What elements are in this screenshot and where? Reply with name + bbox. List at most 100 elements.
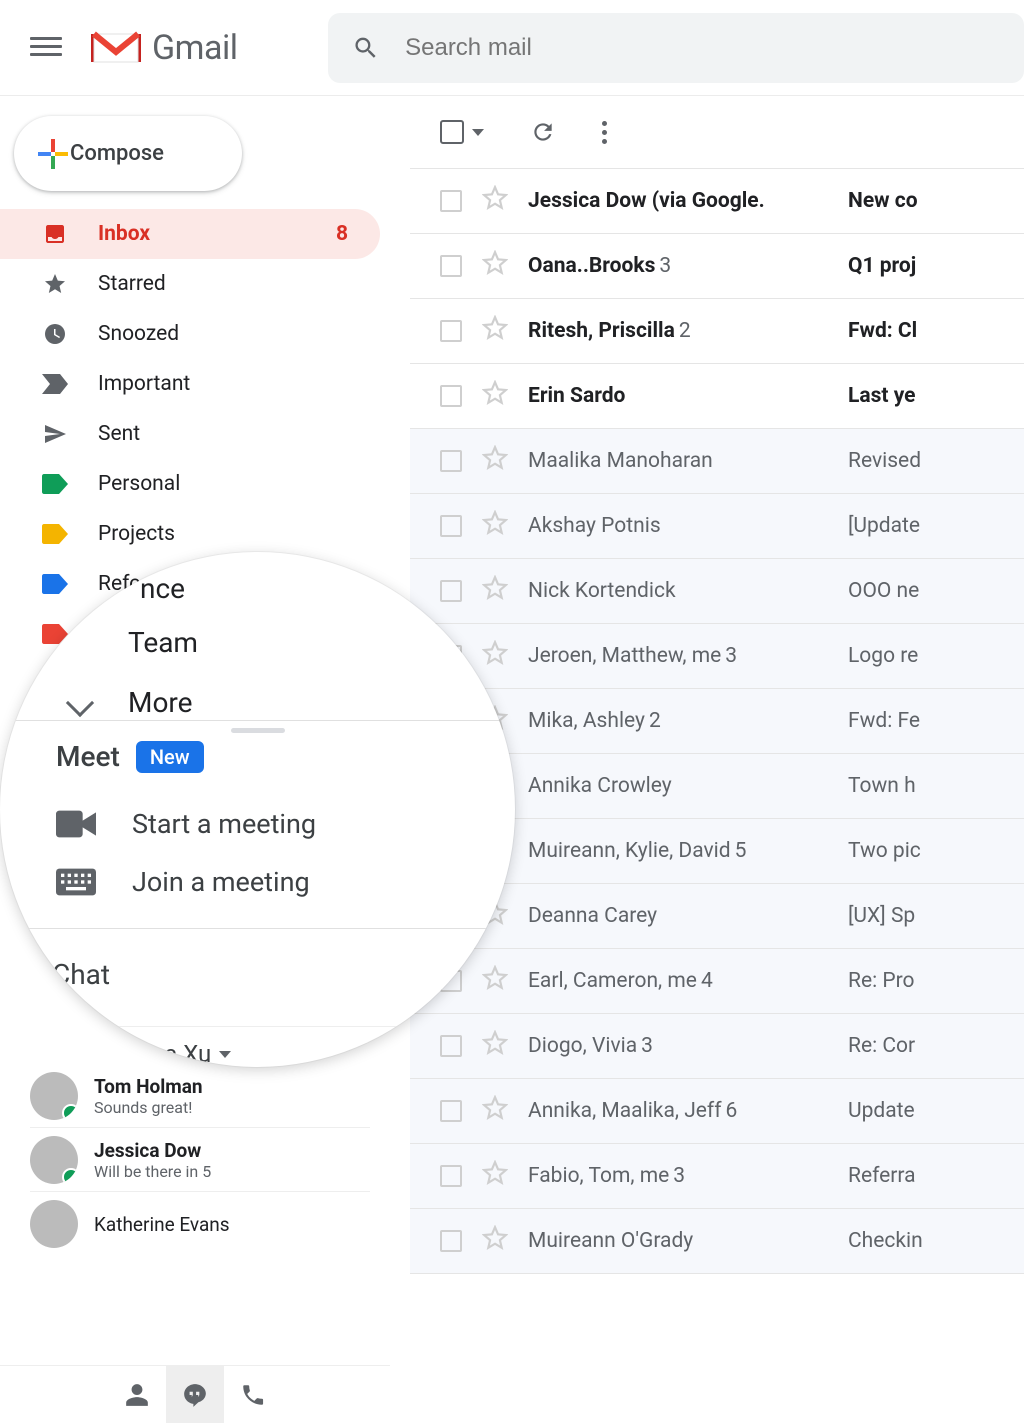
sidebar-item-label: Personal	[98, 472, 180, 496]
avatar	[30, 1136, 78, 1184]
caret-down-icon	[219, 1051, 231, 1058]
meet-detail-zoom: nce Team More Meet New Start a meeting J…	[0, 552, 515, 1067]
email-sender: Erin Sardo	[528, 384, 848, 408]
menu-icon[interactable]	[30, 32, 62, 64]
sidebar-item-personal[interactable]: Personal	[0, 459, 380, 509]
email-sender: Muireann O'Grady	[528, 1229, 848, 1253]
email-subject: [Update	[848, 514, 1024, 538]
email-sender: Mika, Ashley2	[528, 709, 848, 733]
chat-row[interactable]: Jessica Dow Will be there in 5	[30, 1128, 370, 1192]
person-icon[interactable]	[108, 1366, 166, 1423]
label-icon	[42, 471, 68, 497]
refresh-icon[interactable]	[530, 119, 556, 145]
row-checkbox[interactable]	[440, 450, 462, 472]
star-icon[interactable]	[482, 315, 528, 347]
email-row[interactable]: Erin SardoLast ye	[410, 364, 1024, 429]
search-bar[interactable]	[328, 13, 1024, 83]
email-subject: Re: Cor	[848, 1034, 1024, 1058]
row-checkbox[interactable]	[440, 190, 462, 212]
email-subject: Q1 proj	[848, 254, 1024, 278]
chat-row[interactable]: Tom Holman Sounds great!	[30, 1064, 370, 1128]
star-icon[interactable]	[482, 1160, 528, 1192]
email-sender: Oana..Brooks3	[528, 254, 848, 278]
email-sender: Jeroen, Matthew, me3	[528, 644, 848, 668]
email-row[interactable]: Muireann O'GradyCheckin	[410, 1209, 1024, 1274]
row-checkbox[interactable]	[440, 385, 462, 407]
email-row[interactable]: Akshay Potnis[Update	[410, 494, 1024, 559]
sidebar-item-more[interactable]: More	[128, 686, 193, 719]
chat-row[interactable]: Katherine Evans	[30, 1192, 370, 1256]
row-checkbox[interactable]	[440, 1165, 462, 1187]
email-subject: Last ye	[848, 384, 1024, 408]
compose-button[interactable]: Compose	[14, 116, 242, 191]
email-row[interactable]: Fabio, Tom, me3Referra	[410, 1144, 1024, 1209]
sidebar-item-inbox[interactable]: Inbox 8	[0, 209, 380, 259]
row-checkbox[interactable]	[440, 255, 462, 277]
email-subject: Two pic	[848, 839, 1024, 863]
sidebar-item-sent[interactable]: Sent	[0, 409, 380, 459]
email-row[interactable]: Jessica Dow (via Google.New co	[410, 169, 1024, 234]
divider	[0, 928, 515, 929]
phone-icon[interactable]	[224, 1366, 282, 1423]
sidebar-item-snoozed[interactable]: Snoozed	[0, 309, 380, 359]
sidebar-item-starred[interactable]: Starred	[0, 259, 380, 309]
avatar	[30, 1200, 78, 1248]
email-sender: Ritesh, Priscilla2	[528, 319, 848, 343]
start-meeting-button[interactable]: Start a meeting	[56, 808, 316, 840]
row-checkbox[interactable]	[440, 1100, 462, 1122]
email-row[interactable]: Oana..Brooks3Q1 proj	[410, 234, 1024, 299]
row-checkbox[interactable]	[440, 320, 462, 342]
search-icon	[352, 33, 380, 63]
sidebar-item-label: Sent	[98, 422, 140, 446]
select-dropdown-caret[interactable]	[472, 129, 484, 136]
email-sender: Fabio, Tom, me3	[528, 1164, 848, 1188]
chat-section-header: Chat	[52, 958, 110, 991]
email-sender: Maalika Manoharan	[528, 449, 848, 473]
email-subject: Logo re	[848, 644, 1024, 668]
email-sender: Diogo, Vivia3	[528, 1034, 848, 1058]
video-icon	[56, 810, 96, 838]
email-row[interactable]: Ritesh, Priscilla2Fwd: Cl	[410, 299, 1024, 364]
row-checkbox[interactable]	[440, 515, 462, 537]
star-icon[interactable]	[482, 185, 528, 217]
meet-section-header: Meet New	[56, 740, 204, 773]
join-meeting-button[interactable]: Join a meeting	[56, 866, 310, 898]
partial-text: nce	[140, 572, 185, 605]
star-icon[interactable]	[482, 510, 528, 542]
email-subject: New co	[848, 189, 1024, 213]
more-icon[interactable]	[602, 121, 607, 144]
sidebar-item-important[interactable]: Important	[0, 359, 380, 409]
avatar[interactable]	[30, 992, 84, 1046]
hangouts-icon[interactable]	[166, 1366, 224, 1423]
star-icon[interactable]	[482, 380, 528, 412]
star-icon	[42, 271, 68, 297]
bottom-bar	[0, 1365, 390, 1423]
chevron-down-icon	[66, 688, 94, 716]
email-subject: Town h	[848, 774, 1024, 798]
email-subject: Checkin	[848, 1229, 1024, 1253]
gmail-logo[interactable]: Gmail	[90, 28, 238, 68]
sidebar-item-label: Projects	[98, 522, 175, 546]
chat-contact[interactable]: Nina Xu	[128, 1040, 231, 1067]
search-input[interactable]	[403, 33, 1000, 63]
email-subject: Referra	[848, 1164, 1024, 1188]
sidebar-item-label: Snoozed	[98, 322, 179, 346]
star-icon[interactable]	[482, 1095, 528, 1127]
row-checkbox[interactable]	[440, 1230, 462, 1252]
star-icon[interactable]	[482, 250, 528, 282]
star-icon[interactable]	[482, 445, 528, 477]
email-subject: Re: Pro	[848, 969, 1024, 993]
email-row[interactable]: Annika, Maalika, Jeff6Update	[410, 1079, 1024, 1144]
sidebar-item-team[interactable]: Team	[128, 626, 198, 659]
compose-plus-icon	[36, 137, 70, 171]
drag-handle[interactable]	[231, 728, 285, 733]
email-row[interactable]: Maalika ManoharanRevised	[410, 429, 1024, 494]
keyboard-icon	[56, 868, 96, 896]
star-icon[interactable]	[482, 1225, 528, 1257]
chat-list: Tom Holman Sounds great! Jessica Dow Wil…	[30, 1064, 370, 1256]
select-all-checkbox[interactable]	[440, 120, 464, 144]
email-sender: Muireann, Kylie, David5	[528, 839, 848, 863]
email-sender: Deanna Carey	[528, 904, 848, 928]
sidebar-item-label: Inbox	[98, 222, 150, 246]
chat-name: Katherine Evans	[94, 1213, 230, 1236]
